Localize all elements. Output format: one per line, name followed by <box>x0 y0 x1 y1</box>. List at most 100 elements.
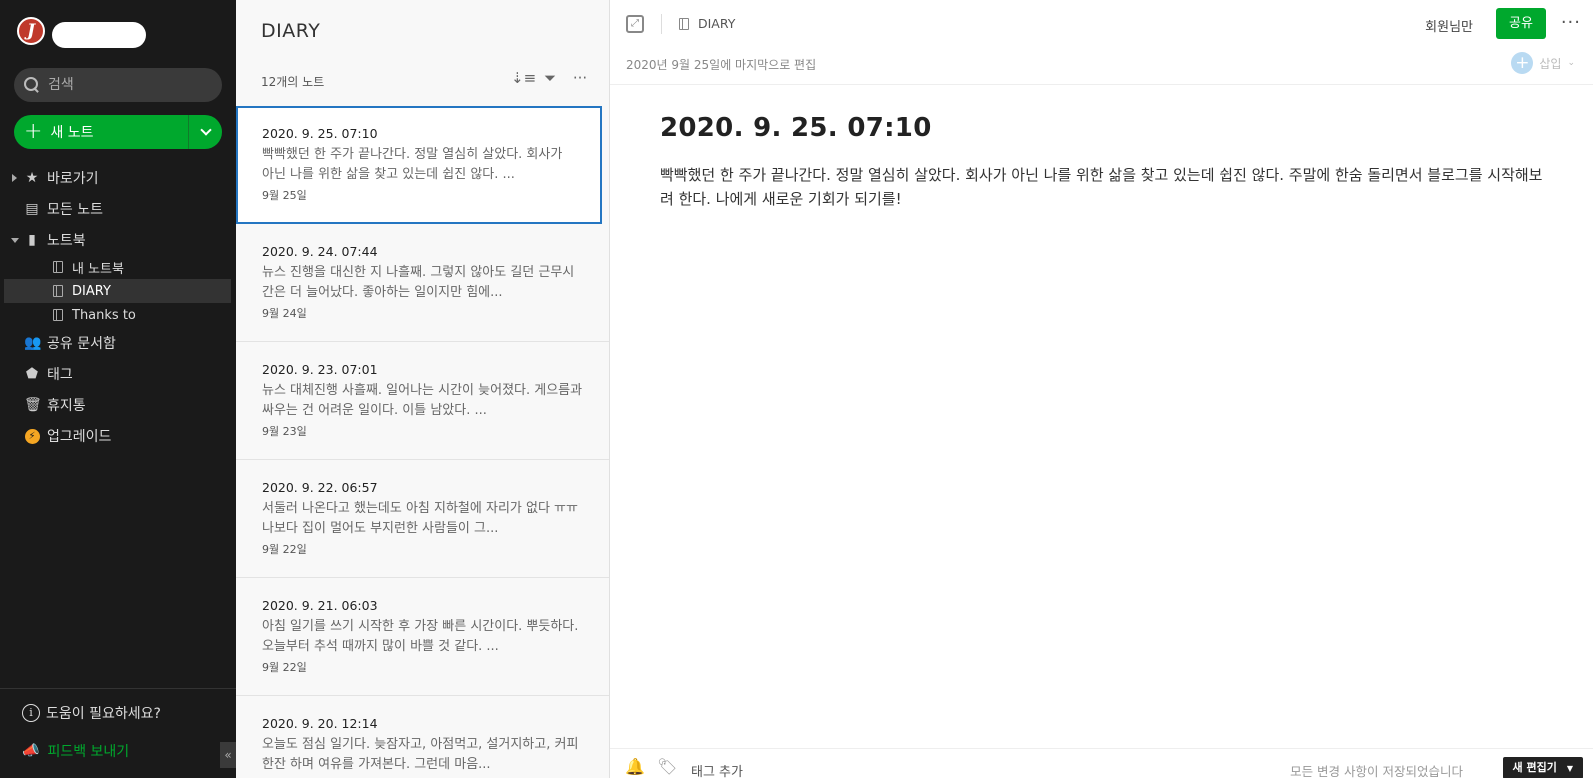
note-card-title: 2020. 9. 20. 12:14 <box>262 716 378 731</box>
notebook-icon <box>679 17 689 30</box>
note-list-toolbar: ⇣≡ ⏷ ··· <box>511 69 589 87</box>
note-card-title: 2020. 9. 22. 06:57 <box>262 480 378 495</box>
notebook-label: Thanks to <box>72 307 136 323</box>
more-actions-icon[interactable]: ··· <box>1561 12 1581 33</box>
note-card-date: 9월 22일 <box>262 543 307 556</box>
add-tag-icon[interactable]: 🏷 <box>657 757 677 776</box>
sidebar-item-label: 모든 노트 <box>47 201 103 218</box>
sidebar-item-tags[interactable]: ⬟ 태그 <box>0 358 236 389</box>
caret-down-icon[interactable] <box>11 238 19 243</box>
sidebar: J + 새 노트 ★ 바로가기 ▤ 모든 노트 ▮ 노트북 내 <box>0 0 236 778</box>
note-editor: ⤢ DIARY 회원님만 공유 ··· 2020년 9월 25일에 마지막으로 … <box>610 0 1593 778</box>
expand-icon[interactable]: ⤢ <box>626 15 644 33</box>
note-list: 2020. 9. 25. 07:10 빡빡했던 한 주가 끝나간다. 정말 열심… <box>236 106 609 778</box>
reminder-bell-icon[interactable]: 🔔 <box>625 757 645 776</box>
more-options-icon[interactable]: ··· <box>571 69 589 87</box>
upgrade-icon-wrap: ⚡ <box>24 427 40 444</box>
notebook-icon <box>53 309 63 321</box>
chevron-down-icon <box>199 124 212 136</box>
sidebar-item-upgrade[interactable]: ⚡ 업그레이드 <box>0 420 236 451</box>
share-button[interactable]: 공유 <box>1496 8 1546 39</box>
sidebar-item-trash[interactable]: 🗑 휴지통 <box>0 389 236 420</box>
note-card[interactable]: 2020. 9. 21. 06:03 아침 일기를 쓰기 시작한 후 가장 빠른… <box>236 578 609 696</box>
new-note-button[interactable]: + 새 노트 <box>14 115 188 149</box>
megaphone-icon: 📣 <box>22 743 40 759</box>
help-link[interactable]: i 도움이 필요하세요? <box>22 703 161 723</box>
star-icon: ★ <box>25 169 39 186</box>
notebook-label: DIARY <box>72 283 111 299</box>
people-icon: 👥 <box>24 334 42 351</box>
note-card-title: 2020. 9. 21. 06:03 <box>262 598 378 613</box>
collapse-sidebar-button[interactable]: « <box>220 742 236 768</box>
sidebar-item-label: 공유 문서함 <box>47 335 116 352</box>
note-body[interactable]: 빡빡했던 한 주가 끝나간다. 정말 열심히 살았다. 회사가 아닌 나를 위한… <box>660 163 1550 211</box>
new-editor-button[interactable]: 새 편집기 ▼ <box>1502 757 1583 778</box>
caret-down-icon: ▼ <box>1566 764 1573 773</box>
help-label: 도움이 필요하세요? <box>46 706 161 722</box>
sidebar-item-notebooks[interactable]: ▮ 노트북 <box>0 224 236 255</box>
search-box[interactable] <box>14 68 222 102</box>
new-note-label: 새 노트 <box>50 125 94 141</box>
sort-icon[interactable]: ⇣≡ <box>511 69 536 87</box>
note-card[interactable]: 2020. 9. 25. 07:10 빡빡했던 한 주가 끝나간다. 정말 열심… <box>236 106 602 224</box>
note-card-snippet: 서둘러 나온다고 했는데도 아침 지하철에 자리가 없다 ㅠㅠ 나보다 집이 멀… <box>262 501 578 536</box>
sidebar-item-shared[interactable]: 👥 공유 문서함 <box>0 327 236 358</box>
note-card[interactable]: 2020. 9. 23. 07:01 뉴스 대체진행 사흘째. 일어나는 시간이… <box>236 342 609 460</box>
visibility-label[interactable]: 회원님만 <box>1425 16 1473 35</box>
insert-button[interactable]: + 삽입 ⌄ <box>1511 52 1575 74</box>
save-status: 모든 변경 사항이 저장되었습니다 <box>1290 764 1463 778</box>
sidebar-item-shortcuts[interactable]: ★ 바로가기 <box>0 162 236 193</box>
sidebar-footer: i 도움이 필요하세요? 📣 피드백 보내기 <box>0 688 236 760</box>
notebook-icon <box>53 261 63 273</box>
avatar[interactable]: J <box>17 17 45 45</box>
notes-icon: ▤ <box>25 200 39 217</box>
caret-right-icon[interactable] <box>12 174 17 182</box>
note-card-date: 9월 23일 <box>262 425 307 438</box>
notebook-icon: ▮ <box>28 231 36 248</box>
sidebar-item-all-notes[interactable]: ▤ 모든 노트 <box>0 193 236 224</box>
account-name-redacted[interactable] <box>52 22 146 48</box>
breadcrumb-label: DIARY <box>698 16 736 31</box>
note-title[interactable]: 2020. 9. 25. 07:10 <box>660 113 932 143</box>
feedback-link[interactable]: 📣 피드백 보내기 <box>22 741 129 761</box>
sidebar-item-label: 업그레이드 <box>47 428 112 445</box>
plus-icon: + <box>1511 52 1534 74</box>
notebook-label: 내 노트북 <box>72 261 124 277</box>
note-card[interactable]: 2020. 9. 24. 07:44 뉴스 진행을 대신한 지 나흘째. 그렇지… <box>236 224 609 342</box>
note-card-snippet: 오늘도 점심 일기다. 늦잠자고, 아점먹고, 설거지하고, 커피 한잔 하며 … <box>262 737 579 772</box>
note-card-date: 9월 22일 <box>262 661 307 674</box>
sidebar-item-my-notebook[interactable]: 내 노트북 <box>4 255 231 279</box>
info-icon: i <box>22 704 40 722</box>
note-count: 12개의 노트 <box>261 75 325 89</box>
lightning-icon: ⚡ <box>24 429 40 444</box>
editor-footer: 🔔 🏷 태그 추가 모든 변경 사항이 저장되었습니다 새 편집기 ▼ <box>610 748 1593 778</box>
filter-icon[interactable]: ⏷ <box>541 69 559 87</box>
note-card-snippet: 뉴스 대체진행 사흘째. 일어나는 시간이 늦어졌다. 게으름과 싸우는 건 어… <box>262 383 583 418</box>
note-card-title: 2020. 9. 25. 07:10 <box>262 126 378 141</box>
search-icon <box>24 77 40 93</box>
notebook-icon <box>53 285 63 297</box>
new-note-button-group: + 새 노트 <box>14 115 222 149</box>
note-card-title: 2020. 9. 24. 07:44 <box>262 244 378 259</box>
plus-icon: + <box>24 119 43 144</box>
note-card[interactable]: 2020. 9. 22. 06:57 서둘러 나온다고 했는데도 아침 지하철에… <box>236 460 609 578</box>
add-tag-input[interactable]: 태그 추가 <box>691 761 743 778</box>
feedback-label: 피드백 보내기 <box>47 744 130 760</box>
chevron-down-icon: ⌄ <box>1567 58 1575 68</box>
search-input[interactable] <box>48 77 198 93</box>
breadcrumb[interactable]: DIARY <box>679 16 735 31</box>
sidebar-nav: ★ 바로가기 ▤ 모든 노트 ▮ 노트북 내 노트북 DIARY Thanks … <box>0 162 236 451</box>
note-card[interactable]: 2020. 9. 20. 12:14 오늘도 점심 일기다. 늦잠자고, 아점먹… <box>236 696 609 778</box>
editor-header: ⤢ DIARY 회원님만 공유 ··· <box>610 0 1593 48</box>
sidebar-item-label: 노트북 <box>47 232 86 249</box>
new-note-dropdown-button[interactable] <box>188 115 222 149</box>
sidebar-item-diary[interactable]: DIARY <box>4 279 231 303</box>
note-card-date: 9월 24일 <box>262 307 307 320</box>
last-edited-text: 2020년 9월 25일에 마지막으로 편집 <box>626 58 817 72</box>
note-card-date: 9월 25일 <box>262 189 307 202</box>
insert-label: 삽입 <box>1539 56 1562 71</box>
sidebar-item-thanks-to[interactable]: Thanks to <box>4 303 231 327</box>
sidebar-item-label: 휴지통 <box>47 397 86 414</box>
trash-icon: 🗑 <box>24 396 42 413</box>
new-editor-label: 새 편집기 <box>1512 761 1557 774</box>
